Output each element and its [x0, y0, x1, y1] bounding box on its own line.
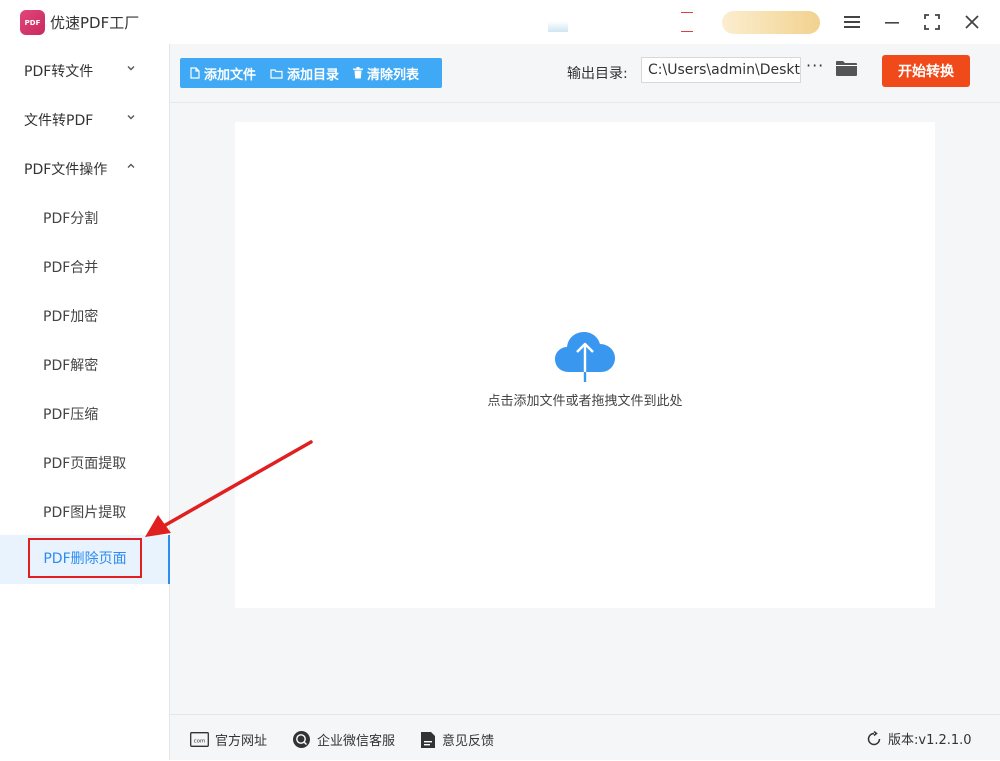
chevron-up-icon	[127, 163, 135, 168]
clear-list-button[interactable]: 清除列表	[353, 64, 419, 83]
cloud-upload-icon	[555, 332, 615, 382]
drop-zone-hint: 点击添加文件或者拖拽文件到此处	[487, 394, 683, 409]
chevron-down-icon	[127, 66, 135, 71]
sidebar-group-label: PDF转文件	[24, 64, 94, 80]
add-file-button[interactable]: 添加文件	[190, 64, 256, 83]
folder-outline-icon	[270, 68, 283, 79]
file-icon	[190, 67, 200, 79]
refresh-icon[interactable]	[866, 730, 882, 747]
toolbar: 添加文件 添加目录 清除列表 输出目录: C:\Users\admin\Desk…	[170, 44, 1000, 103]
maximize-icon[interactable]	[920, 10, 944, 34]
file-drop-zone[interactable]: 点击添加文件或者拖拽文件到此处	[235, 122, 935, 608]
wechat-support-label: 企业微信客服	[317, 734, 396, 749]
chevron-down-icon	[127, 115, 135, 120]
title-bar: PDF 优速PDF工厂	[0, 0, 1000, 44]
sidebar-item-pdf-image-extract[interactable]: PDF图片提取	[43, 502, 126, 522]
titlebar-decoration	[548, 14, 568, 32]
file-button-group: 添加文件 添加目录 清除列表	[180, 58, 442, 88]
start-convert-button[interactable]: 开始转换	[882, 55, 970, 87]
add-directory-button[interactable]: 添加目录	[270, 64, 339, 83]
feedback-icon	[421, 731, 435, 748]
minimize-icon[interactable]	[880, 10, 904, 34]
sidebar-group-file-to-pdf[interactable]: 文件转PDF	[24, 110, 144, 130]
trash-icon	[353, 67, 364, 79]
sidebar-group-pdf-operations[interactable]: PDF文件操作	[24, 159, 144, 179]
wechat-icon	[293, 731, 310, 748]
clear-list-label: 清除列表	[367, 67, 420, 83]
official-website-link[interactable]: com 官方网址	[190, 730, 267, 749]
add-directory-label: 添加目录	[287, 67, 340, 83]
svg-text:com: com	[194, 739, 206, 745]
folder-icon[interactable]	[836, 60, 857, 81]
main-panel: 添加文件 添加目录 清除列表 输出目录: C:\Users\admin\Desk…	[170, 44, 1000, 760]
sidebar-item-pdf-encrypt[interactable]: PDF加密	[43, 306, 98, 326]
sidebar-item-pdf-compress[interactable]: PDF压缩	[43, 404, 98, 424]
menu-icon[interactable]	[840, 10, 864, 34]
website-icon: com	[190, 732, 209, 747]
sidebar-item-pdf-decrypt[interactable]: PDF解密	[43, 355, 98, 375]
version-info: 版本:v1.2.1.0	[866, 729, 972, 748]
feedback-link[interactable]: 意见反馈	[420, 730, 494, 749]
wechat-support-link[interactable]: 企业微信客服	[292, 730, 395, 749]
sidebar-group-pdf-to-file[interactable]: PDF转文件	[24, 61, 144, 81]
version-label: 版本:v1.2.1.0	[888, 733, 972, 748]
sidebar-group-label: PDF文件操作	[24, 162, 108, 178]
sidebar-item-pdf-split[interactable]: PDF分割	[43, 208, 98, 228]
close-icon[interactable]	[960, 10, 984, 34]
feedback-label: 意见反馈	[442, 734, 495, 749]
sidebar-item-pdf-page-extract[interactable]: PDF页面提取	[43, 453, 126, 473]
app-logo-icon: PDF	[20, 10, 45, 35]
footer: com 官方网址 企业微信客服 意见反馈 版本:v1.2.1.0	[170, 714, 1000, 761]
official-website-label: 官方网址	[215, 734, 268, 749]
sidebar: PDF转文件 文件转PDF PDF文件操作 PDF分割 PDF合并 PDF加密 …	[0, 44, 170, 760]
sidebar-item-pdf-merge[interactable]: PDF合并	[43, 257, 98, 277]
add-file-label: 添加文件	[204, 67, 257, 83]
more-options-button[interactable]: ···	[806, 56, 824, 75]
sidebar-group-label: 文件转PDF	[24, 113, 94, 129]
vip-badge[interactable]	[722, 11, 820, 34]
output-directory-label: 输出目录:	[567, 66, 628, 82]
app-title: 优速PDF工厂	[50, 14, 140, 32]
output-directory-input[interactable]: C:\Users\admin\Desktop	[641, 57, 801, 83]
titlebar-decoration	[681, 12, 693, 32]
sidebar-item-pdf-delete-pages[interactable]: PDF删除页面	[28, 538, 142, 578]
